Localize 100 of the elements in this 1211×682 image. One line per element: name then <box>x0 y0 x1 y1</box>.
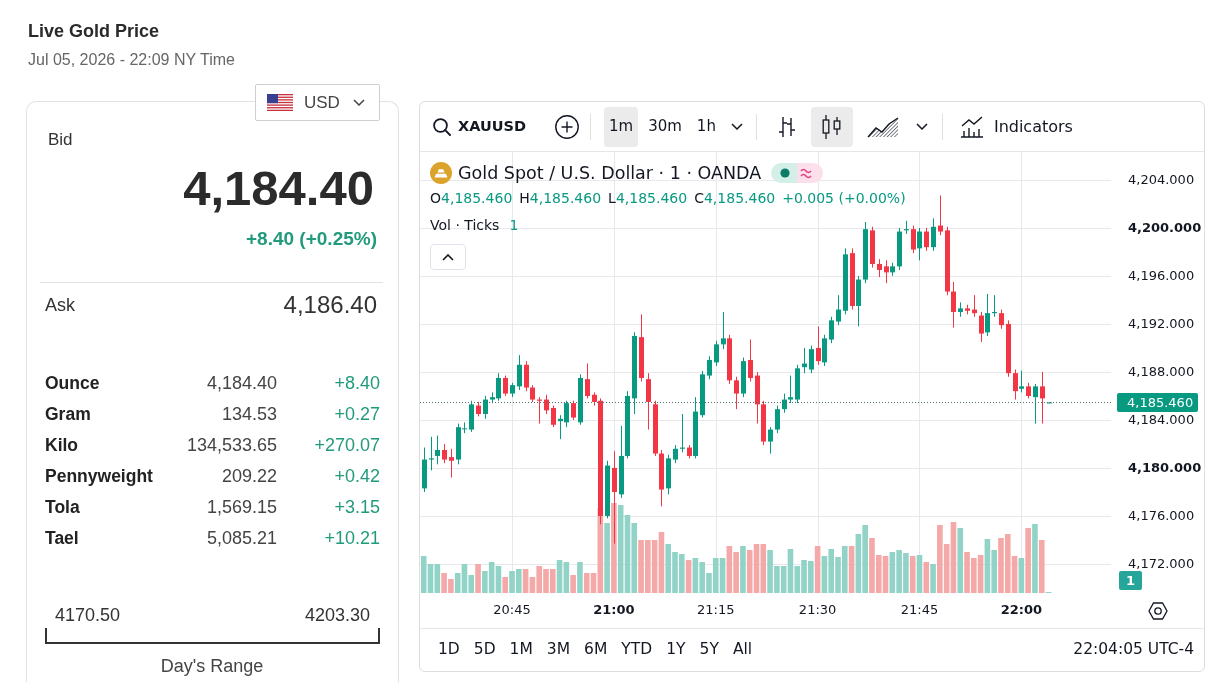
candle <box>442 443 447 464</box>
volume-label: Vol · Ticks <box>430 216 500 235</box>
candle <box>639 313 644 383</box>
ohlc-value: O4,185.460 <box>430 189 513 208</box>
interval-tab[interactable]: 1m <box>604 106 639 147</box>
ask-label: Ask <box>45 293 75 317</box>
candle <box>1006 319 1011 378</box>
range-button[interactable]: YTD <box>614 635 660 665</box>
unit-name: Pennyweight <box>45 465 153 488</box>
bid-price: 4,184.40 <box>183 160 374 216</box>
candle <box>999 309 1004 330</box>
candle <box>734 376 739 410</box>
candle <box>1033 383 1038 425</box>
time-axis-label: 22:00 <box>1000 602 1043 618</box>
candle <box>707 355 712 380</box>
unit-change: +0.42 <box>334 465 380 488</box>
current-price-tag: 4,185.460 <box>1117 392 1198 412</box>
candle <box>503 375 508 397</box>
interval-tab[interactable]: 1h <box>691 106 721 147</box>
unit-price: 5,085.21 <box>206 527 277 550</box>
candle <box>646 372 651 431</box>
range-label: Day's Range <box>160 656 264 676</box>
unit-name: Kilo <box>45 434 79 457</box>
candle <box>768 426 773 455</box>
candle <box>469 400 474 433</box>
unit-price: 209.22 <box>221 465 277 488</box>
candle <box>449 448 454 479</box>
ask-price: 4,186.40 <box>283 290 377 320</box>
candle <box>877 258 882 278</box>
timestamp-text: Jul 05, 2026 - 22:09 NY Time <box>28 50 235 70</box>
currency-dropdown[interactable]: USD <box>255 84 380 121</box>
chart-type-button[interactable] <box>810 106 853 147</box>
candle <box>537 396 542 425</box>
candle <box>517 354 522 391</box>
unit-change: +8.40 <box>334 372 380 395</box>
unit-price: 1,569.15 <box>206 496 277 519</box>
time-axis-label: 21:30 <box>798 602 837 618</box>
time-axis-label: 21:45 <box>900 602 939 618</box>
candle <box>1040 371 1045 425</box>
candle <box>748 339 753 383</box>
candle <box>958 301 963 318</box>
bid-label: Bid <box>48 131 73 149</box>
candle <box>897 227 902 271</box>
candle <box>551 405 556 428</box>
range-button[interactable]: 5D <box>466 635 503 665</box>
candle <box>931 217 936 252</box>
time-axis-label: 21:00 <box>593 602 635 618</box>
range-button[interactable]: 1D <box>431 635 467 665</box>
range-button[interactable]: 1M <box>502 635 540 665</box>
unit-price: 134.53 <box>221 403 277 426</box>
collapse-button[interactable] <box>430 244 466 270</box>
chart-title: Gold Spot / U.S. Dollar · 1 · OANDA <box>458 161 762 185</box>
candle <box>544 394 549 415</box>
price-axis-label: 4,188.000 <box>1128 365 1195 379</box>
candle <box>700 370 705 419</box>
chevron-up-icon <box>442 253 454 261</box>
unit-change: +10.21 <box>324 527 380 550</box>
candle <box>578 373 583 426</box>
flag-icon <box>267 94 293 111</box>
unit-name: Ounce <box>45 372 100 395</box>
candle <box>585 363 590 399</box>
price-axis-label: 4,172.000 <box>1128 557 1195 571</box>
range-button[interactable]: All <box>725 635 760 665</box>
candle <box>666 454 671 495</box>
candle <box>714 340 719 367</box>
candle <box>422 447 427 493</box>
symbol-search-button[interactable]: XAUUSD <box>428 106 531 147</box>
range-button[interactable]: 1Y <box>659 635 693 665</box>
candle <box>680 413 685 453</box>
candle <box>843 247 848 315</box>
candle <box>795 364 800 404</box>
range-button[interactable]: 6M <box>577 635 615 665</box>
ingot-icon <box>430 162 452 184</box>
candle <box>571 400 576 421</box>
range-high: 4203.30 <box>304 604 370 626</box>
candle <box>972 294 977 318</box>
price-axis-label: 4,204.000 <box>1128 173 1195 187</box>
plus-circle-icon <box>555 114 579 139</box>
range-button[interactable]: 3M <box>539 635 578 665</box>
ohlc-bars-icon <box>776 114 797 139</box>
candle <box>775 405 780 434</box>
unit-name: Tola <box>45 496 80 519</box>
chevron-down-icon <box>730 123 743 130</box>
candle <box>992 294 997 318</box>
candle <box>870 226 875 269</box>
range-button[interactable]: 5Y <box>692 635 726 665</box>
settings-icon <box>1147 601 1168 620</box>
price-axis-label: 4,200.000 <box>1128 221 1202 235</box>
interval-tab[interactable]: 30m <box>643 106 687 147</box>
indicators-button[interactable]: Indicators <box>954 106 1078 147</box>
candle <box>605 460 610 519</box>
candlestick-icon <box>820 113 843 140</box>
unit-name: Tael <box>45 527 79 550</box>
chevron-down-icon <box>915 123 928 130</box>
price-change: +8.40 (+0.25%) <box>246 227 377 251</box>
indicators-icon <box>959 115 984 138</box>
search-icon <box>433 117 451 136</box>
chevron-down-icon <box>352 99 365 106</box>
price-axis-label: 4,180.000 <box>1128 461 1202 475</box>
unit-price: 134,533.65 <box>186 434 277 457</box>
